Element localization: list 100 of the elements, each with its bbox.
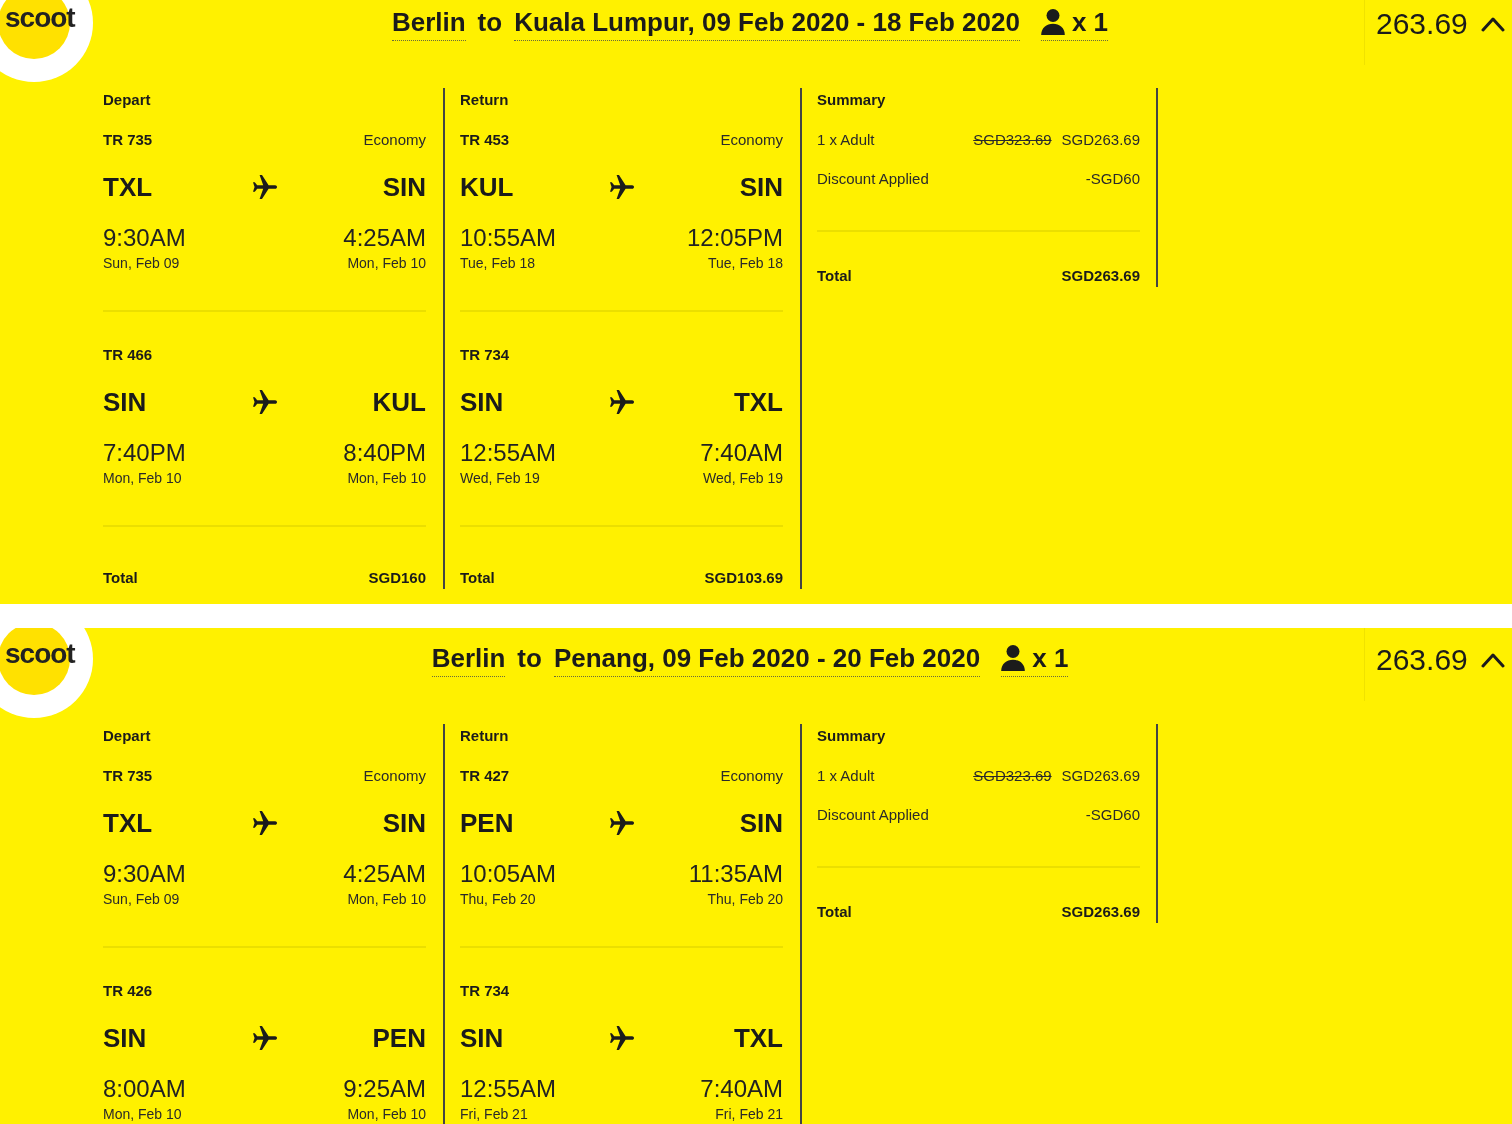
departure-time: 12:55AM: [460, 439, 557, 467]
departure-date: Tue, Feb 18: [460, 254, 535, 272]
arrival-date: Mon, Feb 10: [347, 254, 426, 272]
departure-date: Thu, Feb 20: [460, 890, 536, 908]
arrival-date: Fri, Feb 21: [715, 1105, 783, 1123]
airport-code: SIN: [739, 171, 783, 203]
departure-time: 12:55AM: [460, 1075, 557, 1103]
departure-date: Fri, Feb 21: [460, 1105, 528, 1123]
passenger-count-button[interactable]: x 1: [1001, 642, 1069, 677]
arrival-date: Mon, Feb 10: [347, 890, 426, 908]
plane-icon: [252, 811, 277, 835]
journey-heading: Return: [460, 726, 509, 746]
fare-line-price: SGD263.69: [1061, 130, 1140, 148]
plane-icon: [609, 390, 634, 414]
airport-code: TXL: [733, 386, 783, 418]
destination-dates-link[interactable]: Kuala Lumpur, 09 Feb 2020 - 18 Feb 2020: [514, 6, 1020, 41]
flight-number: TR 734: [460, 345, 510, 363]
total-price: SGD263.69: [1061, 266, 1140, 284]
plane-icon: [609, 1026, 634, 1050]
arrival-date: Thu, Feb 20: [707, 890, 783, 908]
departure-date: Mon, Feb 10: [103, 1105, 182, 1123]
arrival-date: Wed, Feb 19: [703, 469, 783, 487]
airport-code: SIN: [739, 807, 783, 839]
fare-line-price: SGD263.69: [1061, 766, 1140, 784]
origin-link[interactable]: Berlin: [431, 642, 506, 677]
departure-time: 8:00AM: [103, 1075, 186, 1103]
arrival-time: 12:05PM: [686, 224, 783, 252]
airport-code: TXL: [103, 807, 153, 839]
total-price: SGD103.69: [704, 568, 783, 586]
departure-time: 9:30AM: [103, 224, 186, 252]
arrival-date: Mon, Feb 10: [347, 469, 426, 487]
arrival-time: 7:40AM: [700, 439, 783, 467]
destination-dates-link[interactable]: Penang, 09 Feb 2020 - 20 Feb 2020: [553, 642, 981, 677]
departure-date: Mon, Feb 10: [103, 469, 182, 487]
airport-code: PEN: [460, 807, 514, 839]
total-price: SGD160: [368, 568, 426, 586]
airport-code: SIN: [460, 1022, 504, 1054]
airport-code: SIN: [460, 386, 504, 418]
flight-number: TR 453: [460, 130, 510, 148]
arrival-date: Mon, Feb 10: [347, 1105, 426, 1123]
journey-heading: Depart: [103, 726, 151, 746]
plane-icon: [609, 175, 634, 199]
plane-icon: [609, 811, 634, 835]
original-price: SGD323.69: [973, 766, 1052, 784]
airport-code: SIN: [103, 1022, 147, 1054]
departure-date: Sun, Feb 09: [103, 254, 180, 272]
fare-line-label: 1 x Adult: [817, 766, 875, 784]
fare-line-price: -SGD60: [1085, 805, 1140, 823]
departure-date: Wed, Feb 19: [460, 469, 540, 487]
cabin-class: Economy: [363, 766, 426, 784]
flight-number: TR 426: [103, 981, 153, 999]
airport-code: TXL: [733, 1022, 783, 1054]
person-icon: [1040, 9, 1065, 35]
flight-number: TR 735: [103, 130, 153, 148]
original-price: SGD323.69: [973, 130, 1052, 148]
arrival-time: 4:25AM: [343, 860, 426, 888]
airport-code: KUL: [372, 386, 426, 418]
person-icon: [1001, 645, 1026, 671]
total-price: SGD263.69: [1061, 902, 1140, 920]
route-connector: to: [477, 6, 503, 39]
price-toggle-button[interactable]: 263.69: [1376, 642, 1505, 678]
departure-time: 10:55AM: [460, 224, 557, 252]
passenger-count-button[interactable]: x 1: [1040, 6, 1109, 41]
arrival-date: Tue, Feb 18: [708, 254, 783, 272]
total-label: Total: [817, 266, 852, 284]
airport-code: TXL: [103, 171, 153, 203]
fare-line-label: Discount Applied: [817, 805, 929, 823]
flight-number: TR 734: [460, 981, 510, 999]
total-label: Total: [460, 568, 495, 586]
plane-icon: [252, 1026, 277, 1050]
flight-number: TR 427: [460, 766, 510, 784]
total-label: Total: [103, 568, 138, 586]
fare-line-price: -SGD60: [1085, 169, 1140, 187]
arrival-time: 8:40PM: [343, 439, 426, 467]
departure-time: 10:05AM: [460, 860, 557, 888]
cabin-class: Economy: [363, 130, 426, 148]
fare-line-label: 1 x Adult: [817, 130, 875, 148]
fare-line-label: Discount Applied: [817, 169, 929, 187]
journey-heading: Depart: [103, 90, 151, 110]
arrival-time: 7:40AM: [700, 1075, 783, 1103]
plane-icon: [252, 390, 277, 414]
cabin-class: Economy: [720, 766, 783, 784]
plane-icon: [252, 175, 277, 199]
departure-date: Sun, Feb 09: [103, 890, 180, 908]
arrival-time: 9:25AM: [343, 1075, 426, 1103]
airport-code: SIN: [382, 807, 426, 839]
total-label: Total: [817, 902, 852, 920]
cabin-class: Economy: [720, 130, 783, 148]
departure-time: 7:40PM: [103, 439, 186, 467]
airport-code: SIN: [103, 386, 147, 418]
arrival-time: 4:25AM: [343, 224, 426, 252]
arrival-time: 11:35AM: [688, 860, 783, 888]
route-connector: to: [517, 642, 542, 675]
price-toggle-button[interactable]: 263.69: [1376, 6, 1505, 42]
summary-heading: Summary: [817, 90, 886, 110]
airport-code: PEN: [372, 1022, 426, 1054]
journey-heading: Return: [460, 90, 509, 110]
flight-number: TR 466: [103, 345, 153, 363]
origin-link[interactable]: Berlin: [391, 6, 466, 41]
airport-code: SIN: [382, 171, 426, 203]
